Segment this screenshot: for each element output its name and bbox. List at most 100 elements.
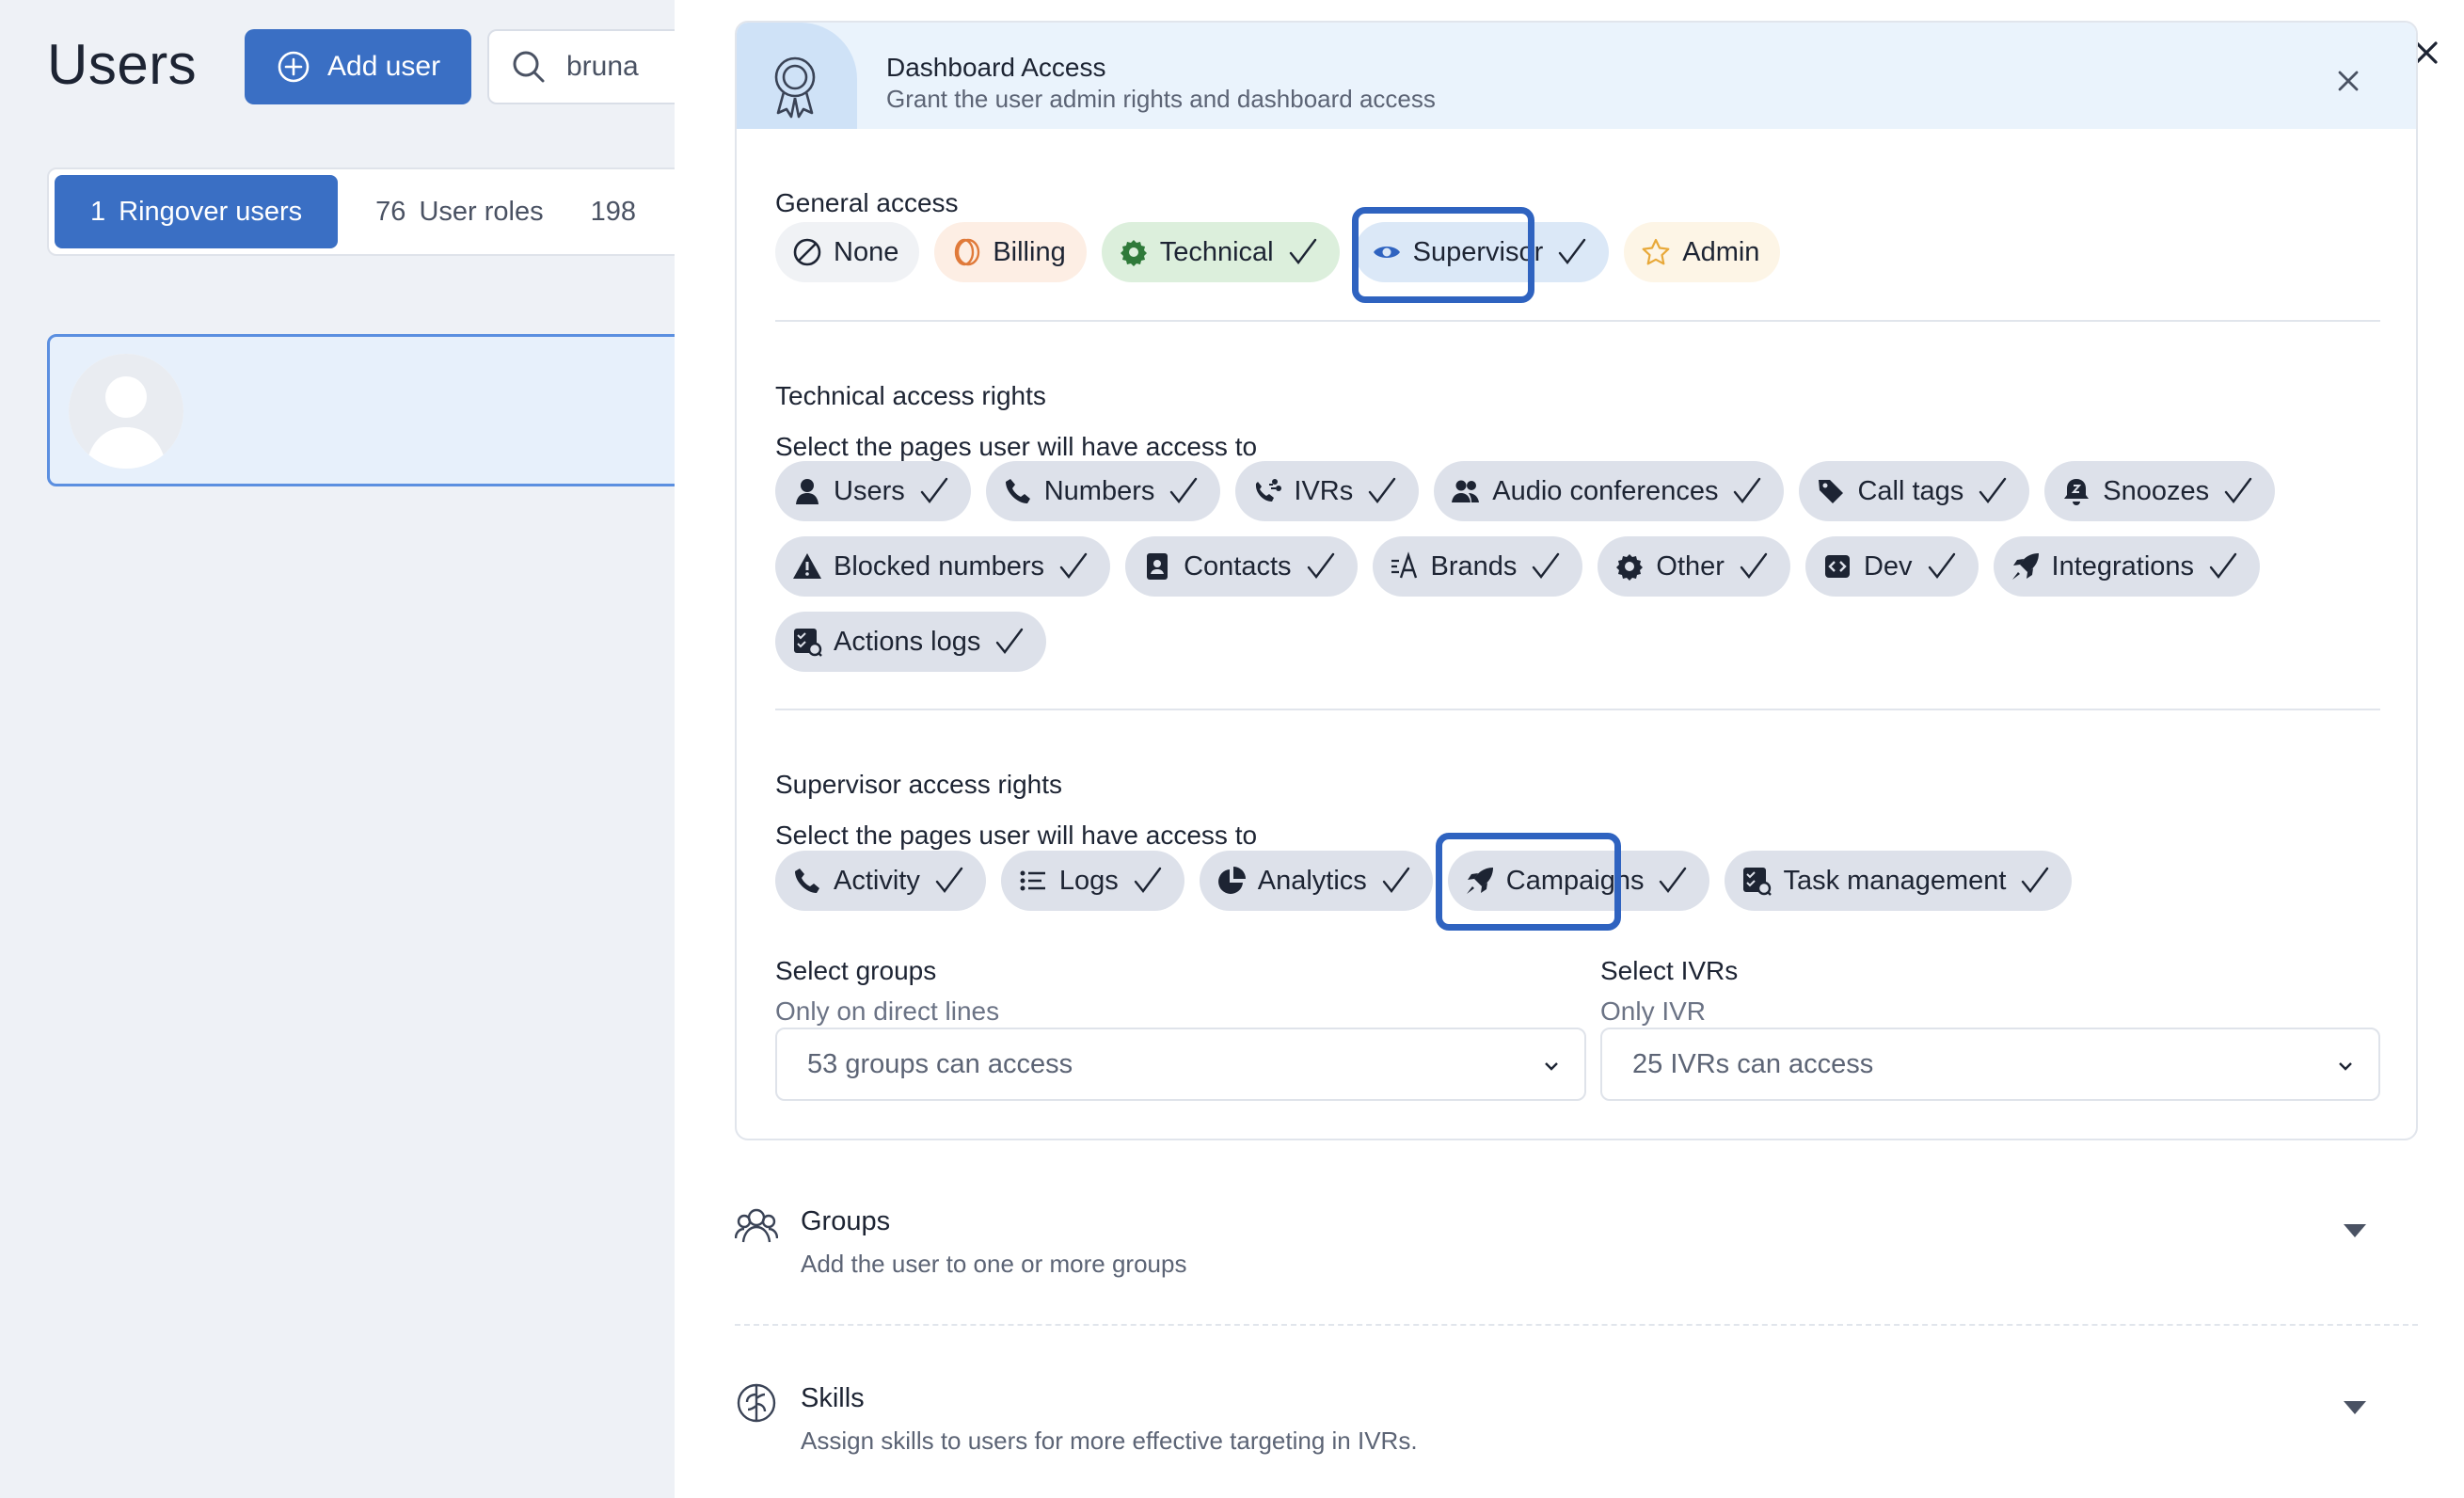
chip-audio-conferences[interactable]: Audio conferences bbox=[1434, 461, 1785, 521]
divider bbox=[775, 320, 2380, 322]
code-icon bbox=[1824, 555, 1850, 578]
chip-label: Numbers bbox=[1043, 475, 1155, 506]
divider bbox=[775, 709, 2380, 710]
chip-dev[interactable]: Dev bbox=[1804, 536, 1979, 597]
chip-label: Billing bbox=[993, 236, 1066, 267]
check-icon bbox=[2022, 867, 2049, 893]
chip-call-tags[interactable]: Call tags bbox=[1799, 461, 2030, 521]
supervisor-access-label: Supervisor access rights bbox=[775, 770, 1063, 799]
ivrs-field-label: Select IVRs bbox=[1600, 956, 1739, 985]
gear-icon bbox=[1120, 240, 1147, 266]
chip-label: Technical bbox=[1159, 236, 1274, 267]
chip-numbers[interactable]: Numbers bbox=[985, 461, 1221, 521]
chip-label: Activity bbox=[834, 865, 920, 896]
chip-label: Campaigns bbox=[1505, 865, 1645, 896]
skills-section[interactable]: Skills Assign skills to users for more e… bbox=[735, 1378, 2418, 1462]
check-icon bbox=[1979, 477, 2007, 503]
check-icon bbox=[920, 477, 947, 503]
chip-ivrs[interactable]: IVRs bbox=[1235, 461, 1420, 521]
groups-select-value: 53 groups can access bbox=[807, 1048, 1073, 1079]
add-user-button[interactable]: Add user bbox=[245, 29, 471, 104]
chip-integrations[interactable]: Integrations bbox=[1993, 536, 2261, 597]
tab-count: 198 bbox=[590, 196, 636, 227]
groups-select[interactable]: 53 groups can access bbox=[775, 1028, 1586, 1101]
check-icon bbox=[1369, 477, 1396, 503]
access-header: Dashboard Access Grant the user admin ri… bbox=[737, 23, 2416, 129]
groups-icon bbox=[735, 1208, 778, 1243]
access-subtitle: Grant the user admin rights and dashboar… bbox=[886, 85, 1436, 113]
search-input[interactable]: bruna bbox=[487, 29, 675, 104]
chip-label: None bbox=[834, 236, 899, 267]
chip-label: Brands bbox=[1430, 550, 1518, 582]
technical-access-sub: Select the pages user will have access t… bbox=[775, 432, 1258, 461]
none-icon bbox=[793, 238, 821, 266]
skills-title: Skills bbox=[801, 1383, 865, 1413]
gear-icon bbox=[1616, 554, 1644, 581]
chip-supervisor[interactable]: Supervisor bbox=[1354, 222, 1610, 282]
user-placeholder-icon bbox=[69, 354, 183, 469]
check-icon bbox=[1307, 552, 1334, 579]
chip-users[interactable]: Users bbox=[775, 461, 971, 521]
caret-down-icon[interactable] bbox=[2343, 1400, 2367, 1415]
search-icon bbox=[513, 51, 545, 83]
chip-label: Supervisor bbox=[1412, 236, 1544, 267]
chip-campaigns[interactable]: Campaigns bbox=[1447, 851, 1710, 911]
groups-title: Groups bbox=[801, 1206, 891, 1236]
chip-blocked-numbers[interactable]: Blocked numbers bbox=[775, 536, 1111, 597]
chip-label: Audio conferences bbox=[1492, 475, 1719, 506]
warning-icon bbox=[793, 553, 821, 579]
billing-icon bbox=[955, 238, 980, 266]
divider bbox=[735, 1324, 2418, 1326]
chip-contacts[interactable]: Contacts bbox=[1125, 536, 1358, 597]
ivrs-select-value: 25 IVRs can access bbox=[1632, 1048, 1874, 1079]
star-icon bbox=[1642, 238, 1670, 265]
check-icon bbox=[2224, 477, 2252, 503]
page-title: Users bbox=[47, 33, 198, 96]
chip-logs[interactable]: Logs bbox=[1000, 851, 1184, 911]
tab-count: 1 bbox=[90, 196, 106, 227]
check-icon bbox=[2209, 552, 2237, 579]
people-icon bbox=[1452, 480, 1480, 502]
chip-admin[interactable]: Admin bbox=[1624, 222, 1781, 282]
user-icon bbox=[796, 479, 819, 504]
chip-activity[interactable]: Activity bbox=[775, 851, 986, 911]
general-access-chips: None Billing Technical Supervisor Admin bbox=[775, 222, 1781, 282]
eye-icon bbox=[1373, 247, 1400, 258]
tab-third[interactable]: 198 bbox=[581, 175, 675, 248]
check-icon bbox=[1559, 238, 1586, 264]
caret-down-icon[interactable] bbox=[2343, 1223, 2367, 1238]
chip-task-management[interactable]: Task management bbox=[1725, 851, 2073, 911]
close-icon[interactable] bbox=[2331, 64, 2365, 98]
rocket-icon bbox=[2011, 553, 2039, 580]
chip-label: Task management bbox=[1783, 865, 2007, 896]
chip-none[interactable]: None bbox=[775, 222, 920, 282]
ivrs-select[interactable]: 25 IVRs can access bbox=[1600, 1028, 2380, 1101]
chip-technical[interactable]: Technical bbox=[1101, 222, 1340, 282]
chip-label: Call tags bbox=[1857, 475, 1964, 506]
check-icon bbox=[1170, 477, 1198, 503]
chip-billing[interactable]: Billing bbox=[934, 222, 1087, 282]
chip-snoozes[interactable]: Snoozes bbox=[2044, 461, 2276, 521]
tab-label: Ringover users bbox=[119, 196, 303, 227]
groups-section[interactable]: Groups Add the user to one or more group… bbox=[735, 1201, 2418, 1285]
award-icon bbox=[774, 56, 816, 119]
check-icon bbox=[1134, 867, 1161, 893]
search-value: bruna bbox=[566, 51, 639, 82]
chip-other[interactable]: Other bbox=[1598, 536, 1790, 597]
plus-circle-icon bbox=[278, 51, 310, 83]
tab-label: User roles bbox=[419, 196, 544, 227]
chip-actions-logs[interactable]: Actions logs bbox=[775, 612, 1047, 672]
tab-count: 76 bbox=[375, 196, 406, 227]
tab-ringover-users[interactable]: 1 Ringover users bbox=[55, 175, 339, 248]
chip-brands[interactable]: Brands bbox=[1372, 536, 1583, 597]
tag-icon bbox=[1819, 480, 1844, 503]
check-icon bbox=[1928, 552, 1955, 579]
user-tabs: 1 Ringover users 76 User roles 198 bbox=[47, 167, 675, 256]
user-list-item[interactable] bbox=[47, 334, 675, 486]
contact-icon bbox=[1147, 553, 1168, 580]
tab-user-roles[interactable]: 76 User roles bbox=[338, 175, 580, 248]
chevron-down-icon bbox=[1545, 1062, 1558, 1071]
brands-icon bbox=[1391, 551, 1417, 579]
chip-analytics[interactable]: Analytics bbox=[1199, 851, 1433, 911]
check-icon bbox=[935, 867, 963, 893]
